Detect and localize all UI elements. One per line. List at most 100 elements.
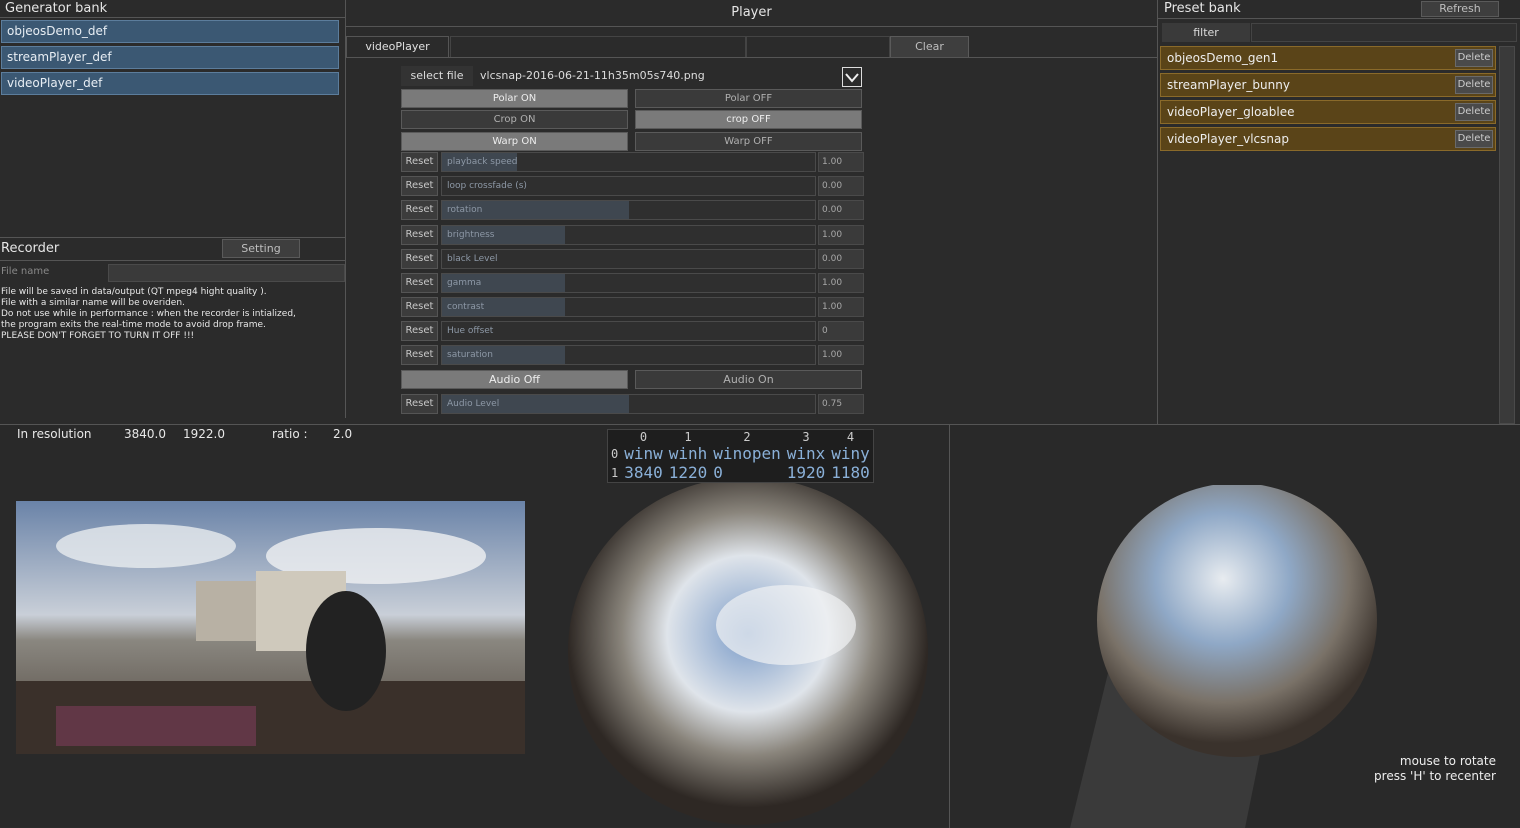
toggle-on-button[interactable]: Polar ON (401, 89, 628, 108)
generator-item[interactable]: videoPlayer_def (1, 72, 339, 95)
preset-scrollbar[interactable] (1499, 46, 1515, 424)
parameter-slider[interactable]: black Level (441, 249, 816, 269)
resolution-width: 3840.0 (124, 427, 166, 441)
audio-level-slider[interactable]: Audio Level (441, 394, 816, 414)
slider-value[interactable]: 0 (818, 321, 864, 341)
preset-item[interactable]: videoPlayer_gloablee Delete (1160, 100, 1496, 124)
delete-button[interactable]: Delete (1455, 103, 1493, 121)
preview-area: In resolution 3840.0 1922.0 ratio : 2.0 (0, 424, 1520, 828)
reset-button[interactable]: Reset (401, 225, 438, 245)
reset-button[interactable]: Reset (401, 249, 438, 269)
slider-row: Reset Hue offset 0 (401, 321, 865, 341)
note-line: PLEASE DON'T FORGET TO TURN IT OFF !!! (1, 331, 195, 341)
slider-row: Reset brightness 1.00 (401, 225, 865, 245)
reset-button[interactable]: Reset (401, 297, 438, 317)
select-file-button[interactable]: select file (401, 66, 473, 86)
file-name-label: File name (1, 266, 50, 277)
audio-off-button[interactable]: Audio Off (401, 370, 628, 389)
slider-row: Reset rotation 0.00 (401, 200, 865, 220)
divider (1158, 18, 1520, 19)
row-index: 0 (611, 446, 619, 461)
reset-button[interactable]: Reset (401, 200, 438, 220)
table-cell: 1180 (831, 463, 870, 482)
divider (949, 425, 950, 828)
filter-label: filter (1162, 23, 1250, 42)
resolution-height: 1922.0 (183, 427, 225, 441)
generator-item[interactable]: objeosDemo_def (1, 20, 339, 43)
slider-label: gamma (447, 278, 482, 288)
slider-label: Hue offset (447, 326, 494, 336)
slider-value[interactable]: 1.00 (818, 297, 864, 317)
slider-label: contrast (447, 302, 485, 312)
parameter-slider[interactable]: playback speed (441, 152, 816, 172)
table-cell: 3840 (624, 463, 663, 482)
slider-row: Reset loop crossfade (s) 0.00 (401, 176, 865, 196)
ratio-label: ratio : (272, 427, 308, 441)
slider-row: Reset gamma 1.00 (401, 273, 865, 293)
slider-value[interactable]: 0.00 (818, 176, 864, 196)
toggle-off-button[interactable]: Polar OFF (635, 89, 862, 108)
generator-item[interactable]: streamPlayer_def (1, 46, 339, 69)
table-cell: winw (624, 444, 663, 463)
generator-bank-title: Generator bank (5, 1, 108, 16)
setting-button[interactable]: Setting (222, 239, 300, 258)
filter-input[interactable] (1251, 23, 1517, 42)
delete-button[interactable]: Delete (1455, 130, 1493, 148)
parameter-slider[interactable]: Hue offset (441, 321, 816, 341)
dropdown-chevron-icon[interactable] (842, 67, 862, 87)
column-header: 3 (802, 430, 810, 444)
slider-label: black Level (447, 254, 498, 264)
toggle-off-button[interactable]: crop OFF (635, 110, 862, 129)
column-header: 0 (639, 430, 648, 444)
slider-value[interactable]: 1.00 (818, 225, 864, 245)
slider-value[interactable]: 0.75 (818, 394, 864, 414)
table-cell: winh (668, 444, 708, 463)
slider-value[interactable]: 1.00 (818, 345, 864, 365)
delete-button[interactable]: Delete (1455, 76, 1493, 94)
window-params-table: 0 1 2 3 4 0 winw winh winopen winx winy … (607, 429, 874, 483)
tab-videoplayer[interactable]: videoPlayer (346, 36, 449, 58)
divider (0, 17, 345, 18)
slider-value[interactable]: 1.00 (818, 273, 864, 293)
column-header: 4 (846, 430, 855, 444)
recorder-notes: File will be saved in data/output (QT mp… (1, 287, 345, 342)
reset-button[interactable]: Reset (401, 321, 438, 341)
slider-value[interactable]: 1.00 (818, 152, 864, 172)
slider-label: Audio Level (447, 399, 500, 409)
parameter-slider[interactable]: rotation (441, 200, 816, 220)
reset-button[interactable]: Reset (401, 176, 438, 196)
preset-name: videoPlayer_gloablee (1167, 105, 1295, 119)
slider-value[interactable]: 0.00 (818, 200, 864, 220)
slider-value[interactable]: 0.00 (818, 249, 864, 269)
player-title: Player (731, 5, 772, 20)
reset-button[interactable]: Reset (401, 394, 438, 414)
parameter-slider[interactable]: saturation (441, 345, 816, 365)
refresh-button[interactable]: Refresh (1421, 1, 1499, 17)
preset-item[interactable]: streamPlayer_bunny Delete (1160, 73, 1496, 97)
reset-button[interactable]: Reset (401, 273, 438, 293)
reset-button[interactable]: Reset (401, 152, 438, 172)
toggle-on-button[interactable]: Warp ON (401, 132, 628, 151)
toggle-off-button[interactable]: Warp OFF (635, 132, 862, 151)
divider (0, 260, 345, 261)
toggle-on-button[interactable]: Crop ON (401, 110, 628, 129)
slider-row: Reset contrast 1.00 (401, 297, 865, 317)
note-line: File with a similar name will be overide… (1, 298, 185, 308)
parameter-slider[interactable]: contrast (441, 297, 816, 317)
preset-item[interactable]: objeosDemo_gen1 Delete (1160, 46, 1496, 70)
parameter-slider[interactable]: brightness (441, 225, 816, 245)
hint-recenter: press 'H' to recenter (1374, 769, 1496, 783)
audio-on-button[interactable]: Audio On (635, 370, 862, 389)
file-name-input[interactable] (108, 264, 345, 282)
reset-button[interactable]: Reset (401, 345, 438, 365)
parameter-slider[interactable]: gamma (441, 273, 816, 293)
table-cell: 0 (713, 463, 723, 482)
recorder-title: Recorder (1, 241, 60, 256)
preset-item[interactable]: videoPlayer_vlcsnap Delete (1160, 127, 1496, 151)
parameter-slider[interactable]: loop crossfade (s) (441, 176, 816, 196)
slider-row: Reset saturation 1.00 (401, 345, 865, 365)
note-line: the program exits the real-time mode to … (1, 320, 266, 330)
table-cell: 1920 (786, 463, 826, 482)
delete-button[interactable]: Delete (1455, 49, 1493, 67)
clear-button[interactable]: Clear (890, 36, 969, 58)
